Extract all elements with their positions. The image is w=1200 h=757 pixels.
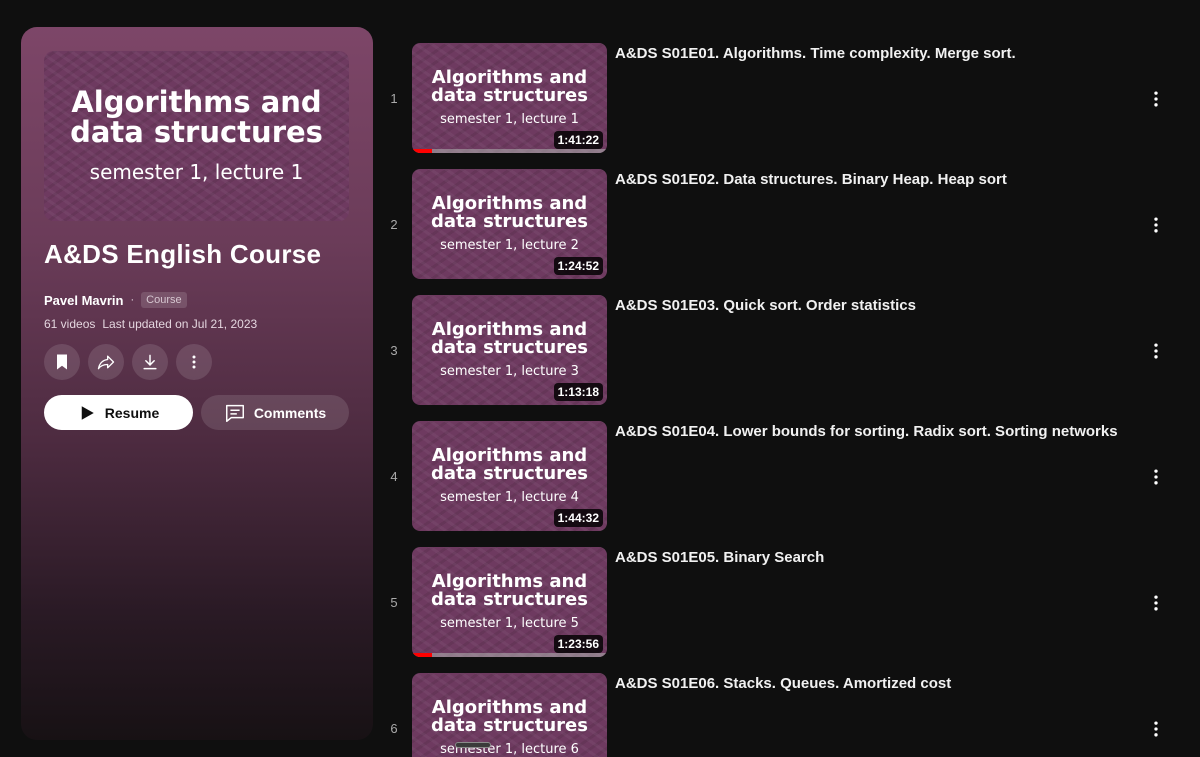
- video-row[interactable]: 6 Algorithms and data structures semeste…: [380, 673, 1180, 757]
- video-row[interactable]: 1 Algorithms and data structures semeste…: [380, 43, 1180, 155]
- more-vert-icon: [1154, 343, 1158, 359]
- play-icon: [81, 405, 94, 420]
- thumbnail-subtitle: semester 1, lecture 2: [440, 238, 579, 254]
- thumbnail-art: Algorithms and data structures semester …: [44, 51, 349, 221]
- save-playlist-button[interactable]: [44, 344, 80, 380]
- thumbnail-subtitle: semester 1, lecture 4: [440, 490, 579, 506]
- video-row[interactable]: 4 Algorithms and data structures semeste…: [380, 421, 1180, 533]
- thumbnail-title-line2: data structures: [431, 85, 588, 106]
- share-icon: [97, 355, 115, 370]
- resume-button[interactable]: Resume: [44, 395, 193, 430]
- separator-dot: ·: [130, 294, 135, 306]
- video-thumbnail[interactable]: Algorithms and data structures semester …: [412, 169, 607, 279]
- video-title[interactable]: A&DS S01E02. Data structures. Binary Hea…: [615, 171, 1007, 188]
- more-vert-icon: [192, 355, 196, 369]
- watch-progress-bar: [412, 149, 607, 153]
- playlist-title: A&DS English Course: [44, 239, 322, 269]
- comments-label: Comments: [253, 404, 327, 421]
- more-vert-icon: [1154, 721, 1158, 737]
- video-thumbnail[interactable]: Algorithms and data structures semester …: [412, 673, 607, 757]
- more-vert-icon: [1154, 217, 1158, 233]
- video-index: 5: [390, 595, 398, 610]
- thumbnail-title-line2: data structures: [431, 463, 588, 484]
- watch-progress-fill: [412, 149, 432, 153]
- bookmark-icon: [57, 354, 67, 370]
- video-count: 61 videos: [44, 317, 96, 331]
- resume-label: Resume: [104, 404, 160, 421]
- playlist-header-panel: Algorithms and data structures semester …: [21, 27, 373, 740]
- video-menu-button[interactable]: [1140, 335, 1172, 367]
- thumbnail-title-line2: data structures: [70, 115, 323, 149]
- video-menu-button[interactable]: [1140, 587, 1172, 619]
- video-menu-button[interactable]: [1140, 209, 1172, 241]
- thumbnail-title-line2: data structures: [431, 715, 588, 736]
- scroll-indicator[interactable]: [455, 742, 491, 748]
- comments-button[interactable]: Comments: [201, 395, 349, 430]
- video-menu-button[interactable]: [1140, 713, 1172, 745]
- watch-progress-bar: [412, 653, 607, 657]
- thumbnail-title-line1: Algorithms and: [71, 85, 322, 120]
- duration-badge: 1:41:22: [553, 131, 603, 149]
- playlist-actions: [44, 344, 212, 380]
- video-index: 3: [390, 343, 398, 358]
- video-thumbnail[interactable]: Algorithms and data structures semester …: [412, 295, 607, 405]
- video-row[interactable]: 5 Algorithms and data structures semeste…: [380, 547, 1180, 659]
- thumbnail-subtitle: semester 1, lecture 1: [89, 159, 304, 184]
- thumbnail-title-line2: data structures: [431, 589, 588, 610]
- share-button[interactable]: [88, 344, 124, 380]
- thumbnail-subtitle: semester 1, lecture 1: [440, 112, 579, 128]
- video-title[interactable]: A&DS S01E06. Stacks. Queues. Amortized c…: [615, 675, 951, 692]
- playlist-thumbnail[interactable]: Algorithms and data structures semester …: [44, 51, 349, 221]
- video-index: 1: [390, 91, 398, 106]
- course-badge: Course: [141, 292, 187, 308]
- last-updated: Last updated on Jul 21, 2023: [102, 317, 258, 331]
- thumbnail-title-line2: data structures: [431, 211, 588, 232]
- video-index: 6: [390, 721, 398, 736]
- download-icon: [143, 354, 157, 370]
- thumbnail-subtitle: semester 1, lecture 3: [440, 364, 579, 380]
- video-row[interactable]: 2 Algorithms and data structures semeste…: [380, 169, 1180, 281]
- video-thumbnail[interactable]: Algorithms and data structures semester …: [412, 421, 607, 531]
- video-title[interactable]: A&DS S01E01. Algorithms. Time complexity…: [615, 45, 1016, 62]
- video-title[interactable]: A&DS S01E05. Binary Search: [615, 549, 824, 566]
- more-actions-button[interactable]: [176, 344, 212, 380]
- duration-badge: 1:13:18: [553, 383, 603, 401]
- playlist-meta: 61 videos Last updated on Jul 21, 2023: [44, 317, 257, 331]
- owner-row: Pavel Mavrin · Course: [44, 292, 187, 308]
- video-row[interactable]: 3 Algorithms and data structures semeste…: [380, 295, 1180, 407]
- thumbnail-title-line2: data structures: [431, 337, 588, 358]
- duration-badge: 1:23:56: [553, 635, 603, 653]
- comment-icon: [225, 404, 244, 422]
- video-index: 4: [390, 469, 398, 484]
- video-menu-button[interactable]: [1140, 461, 1172, 493]
- thumbnail-art: Algorithms and data structures semester …: [412, 673, 607, 757]
- thumbnail-subtitle: semester 1, lecture 5: [440, 616, 579, 632]
- video-index: 2: [390, 217, 398, 232]
- more-vert-icon: [1154, 595, 1158, 611]
- video-thumbnail[interactable]: Algorithms and data structures semester …: [412, 43, 607, 153]
- watch-progress-fill: [412, 653, 432, 657]
- video-menu-button[interactable]: [1140, 83, 1172, 115]
- owner-name-link[interactable]: Pavel Mavrin: [44, 293, 124, 308]
- duration-badge: 1:44:32: [553, 509, 603, 527]
- duration-badge: 1:24:52: [553, 257, 603, 275]
- video-title[interactable]: A&DS S01E03. Quick sort. Order statistic…: [615, 297, 916, 314]
- video-title[interactable]: A&DS S01E04. Lower bounds for sorting. R…: [615, 423, 1118, 440]
- more-vert-icon: [1154, 469, 1158, 485]
- video-thumbnail[interactable]: Algorithms and data structures semester …: [412, 547, 607, 657]
- more-vert-icon: [1154, 91, 1158, 107]
- download-button[interactable]: [132, 344, 168, 380]
